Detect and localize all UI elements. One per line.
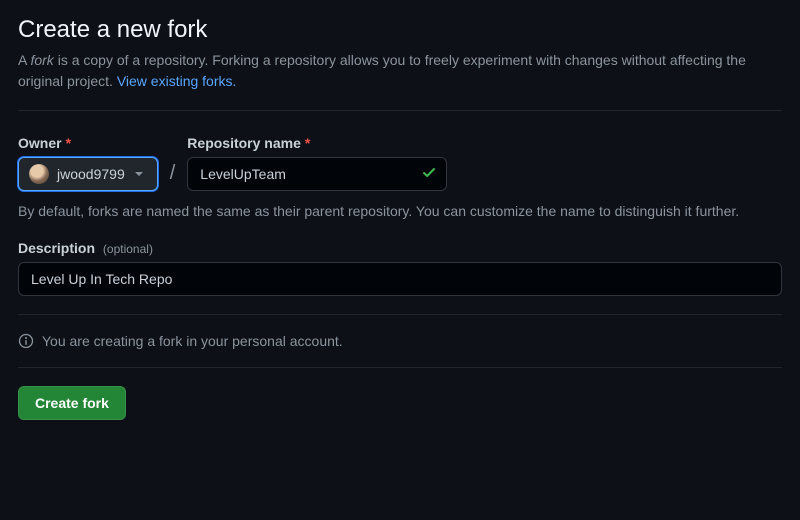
divider (18, 110, 782, 111)
description-label: Description (optional) (18, 240, 782, 256)
chevron-down-icon (135, 172, 143, 176)
optional-hint: (optional) (103, 242, 153, 256)
required-asterisk: * (66, 135, 71, 151)
lead-fork-word: fork (30, 52, 53, 68)
repo-name-field: Repository name* (187, 135, 447, 191)
page-title: Create a new fork (18, 16, 782, 44)
check-icon (421, 165, 437, 184)
notice-text: You are creating a fork in your personal… (42, 333, 343, 349)
owner-label-text: Owner (18, 135, 62, 151)
info-icon (18, 333, 34, 349)
personal-account-notice: You are creating a fork in your personal… (18, 333, 782, 349)
avatar (29, 164, 49, 184)
divider (18, 314, 782, 315)
owner-repo-row: Owner* jwood9799 / Repository name* (18, 135, 782, 191)
repo-name-label: Repository name* (187, 135, 447, 151)
repo-name-input[interactable] (187, 157, 447, 191)
create-fork-button[interactable]: Create fork (18, 386, 126, 420)
repo-name-help: By default, forks are named the same as … (18, 201, 782, 222)
description-field: Description (optional) (18, 240, 782, 296)
repo-name-label-text: Repository name (187, 135, 301, 151)
slash-separator: / (168, 162, 178, 191)
owner-field: Owner* jwood9799 (18, 135, 158, 191)
owner-dropdown[interactable]: jwood9799 (18, 157, 158, 191)
lead-prefix: A (18, 52, 30, 68)
owner-value: jwood9799 (57, 166, 125, 182)
description-label-text: Description (18, 240, 95, 256)
divider (18, 367, 782, 368)
description-input[interactable] (18, 262, 782, 296)
lead-paragraph: A fork is a copy of a repository. Forkin… (18, 50, 782, 92)
owner-label: Owner* (18, 135, 158, 151)
required-asterisk: * (305, 135, 310, 151)
view-existing-forks-link[interactable]: View existing forks. (117, 73, 237, 89)
